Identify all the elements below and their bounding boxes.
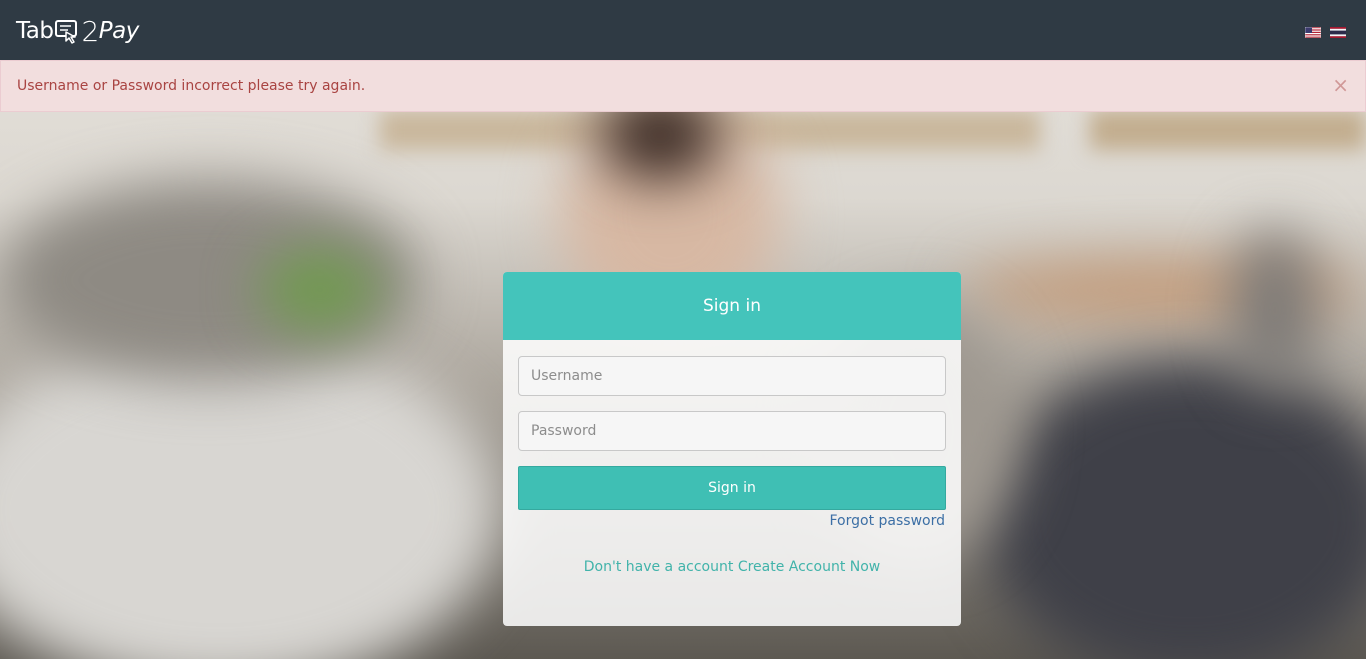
create-account-prompt: Don't have a account Create Account Now <box>518 559 946 575</box>
signin-card: Sign in Sign in Forgot password Don't ha… <box>503 272 961 626</box>
no-account-text: Don't have a account <box>583 559 738 575</box>
signin-button[interactable]: Sign in <box>518 466 946 510</box>
logo-text-two: 2 <box>81 14 99 48</box>
close-icon[interactable]: × <box>1332 75 1349 95</box>
password-input[interactable] <box>518 411 946 451</box>
us-flag-icon[interactable] <box>1304 23 1322 39</box>
forgot-password-link[interactable]: Forgot password <box>518 513 946 529</box>
logo-text-pay: Pay <box>98 18 140 44</box>
username-input[interactable] <box>518 356 946 396</box>
signin-title: Sign in <box>703 296 761 316</box>
alert-message: Username or Password incorrect please tr… <box>17 78 366 94</box>
signin-form: Sign in Forgot password Don't have a acc… <box>503 340 961 575</box>
tab2pay-logo[interactable]: Tab 2 Pay <box>16 14 139 48</box>
thai-flag-icon[interactable] <box>1330 23 1346 38</box>
login-error-alert: Username or Password incorrect please tr… <box>0 60 1366 112</box>
tablet-hand-icon <box>54 18 80 44</box>
signin-card-header: Sign in <box>503 272 961 340</box>
logo-text-tab: Tab <box>16 18 54 44</box>
create-account-link[interactable]: Create Account Now <box>738 559 880 575</box>
top-navbar: Tab 2 Pay <box>0 0 1366 60</box>
language-switcher <box>1304 23 1346 39</box>
